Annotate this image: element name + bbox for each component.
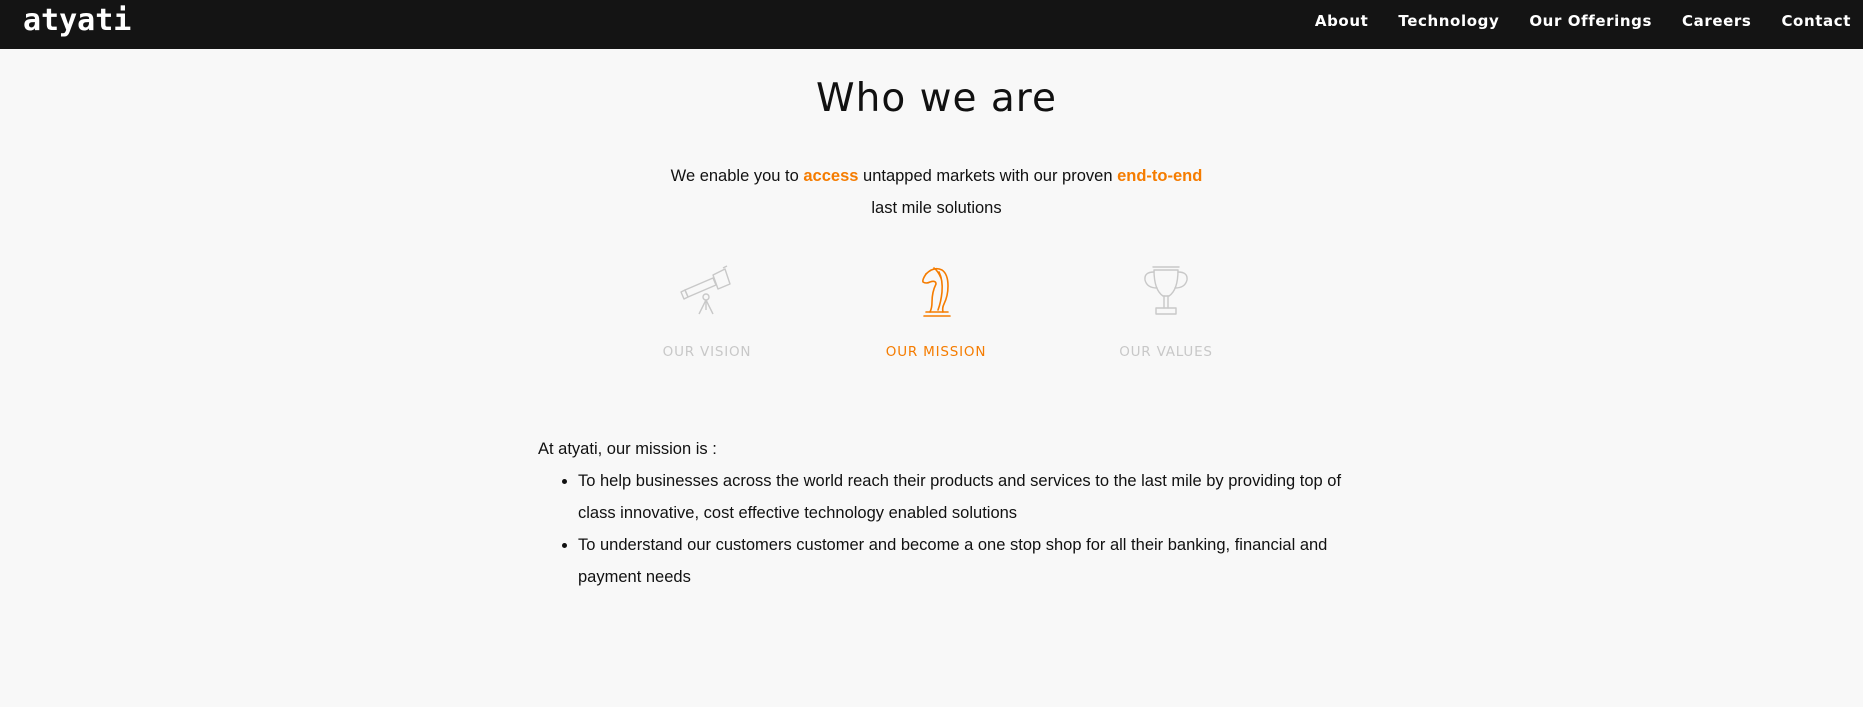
tagline-line-2: last mile solutions <box>871 199 1002 217</box>
tab-our-values[interactable]: OUR VALUES <box>1081 262 1251 360</box>
nav-contact[interactable]: Contact <box>1781 12 1851 30</box>
tagline-text-1: We enable you to <box>670 167 804 185</box>
tagline-line-1: We enable you to access untapped markets… <box>0 160 1863 192</box>
tagline-highlight-end-to-end: end-to-end <box>1117 167 1203 185</box>
mission-content: At atyati, our mission is : To help busi… <box>538 433 1358 593</box>
logo[interactable]: atyati <box>23 3 131 39</box>
nav-technology[interactable]: Technology <box>1398 12 1499 30</box>
knight-icon <box>922 267 951 317</box>
tagline-highlight-access: access <box>803 167 859 185</box>
telescope-icon <box>680 265 731 315</box>
tab-our-mission[interactable]: OUR MISSION <box>851 262 1021 360</box>
nav-about[interactable]: About <box>1315 12 1369 30</box>
nav-careers[interactable]: Careers <box>1682 12 1751 30</box>
nav-our-offerings[interactable]: Our Offerings <box>1529 12 1652 30</box>
trophy-icon <box>1144 266 1188 315</box>
mission-point: To understand our customers customer and… <box>578 529 1358 593</box>
about-tabs: OUR VISION OUR MISSION OUR VALUES <box>0 262 1863 372</box>
tagline-text-2: untapped markets with our proven <box>858 167 1118 185</box>
main-nav: About Technology Our Offerings Careers C… <box>1285 0 1851 42</box>
mission-intro: At atyati, our mission is : <box>538 440 717 458</box>
top-navbar: atyati About Technology Our Offerings Ca… <box>0 0 1863 49</box>
tab-our-vision[interactable]: OUR VISION <box>622 262 792 360</box>
tab-label-our-vision: OUR VISION <box>662 344 752 360</box>
page-title: Who we are <box>816 76 1057 121</box>
tab-label-our-values: OUR VALUES <box>1119 344 1213 360</box>
mission-point: To help businesses across the world reac… <box>578 465 1358 529</box>
mission-list: To help businesses across the world reac… <box>538 465 1358 593</box>
tab-label-our-mission: OUR MISSION <box>885 344 987 360</box>
tagline: We enable you to access untapped markets… <box>0 160 1863 224</box>
